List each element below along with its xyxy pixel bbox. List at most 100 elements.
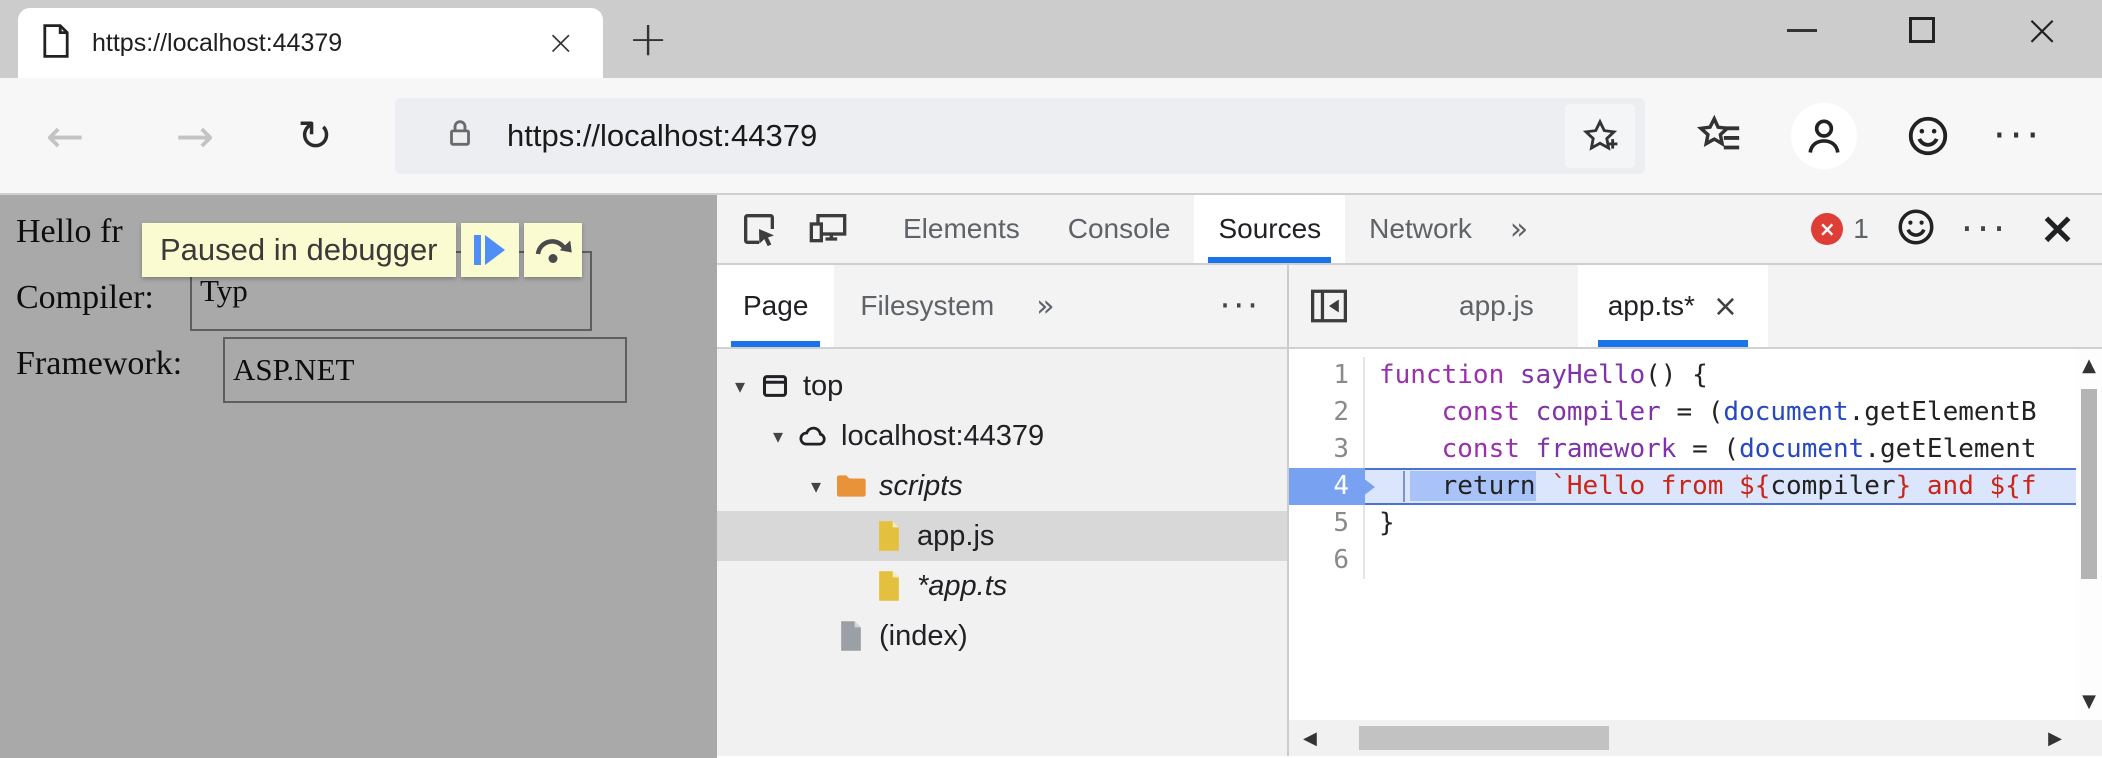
address-bar[interactable]: https://localhost:44379 [395, 98, 1645, 174]
scroll-down-icon[interactable]: ▼ [2076, 691, 2102, 712]
devtools-toolbar: ElementsConsoleSourcesNetwork » × 1 ··· … [717, 195, 2102, 265]
devtools-feedback-smiley-button[interactable] [1895, 206, 1937, 253]
add-favorite-button[interactable] [1565, 104, 1635, 168]
url-text[interactable]: https://localhost:44379 [507, 118, 1565, 154]
tree-item-label: scripts [879, 470, 963, 503]
devtools-tab-console[interactable]: Console [1044, 195, 1195, 263]
back-button[interactable]: ← [30, 109, 100, 163]
window-maximize-button[interactable] [1862, 0, 1982, 60]
tree-item-scripts[interactable]: ▾ scripts [717, 461, 1287, 511]
browser-tab[interactable]: https://localhost:44379 × [18, 8, 603, 78]
framework-input[interactable] [223, 337, 627, 403]
line-number[interactable]: 4 [1289, 468, 1365, 505]
hide-navigator-button[interactable] [1289, 265, 1369, 347]
error-x: × [1819, 217, 1836, 241]
code-line: 2 const compiler = (document.getElementB [1289, 394, 2102, 431]
line-number[interactable]: 1 [1289, 357, 1365, 394]
browser-tab-strip: https://localhost:44379 × + × [0, 0, 2102, 78]
navigator-tab-page[interactable]: Page [717, 265, 834, 347]
line-number[interactable]: 6 [1289, 542, 1365, 579]
new-tab-button[interactable]: + [628, 0, 668, 78]
tree-item-label: (index) [879, 620, 968, 653]
frame-icon [755, 372, 795, 400]
code-line-content[interactable]: function sayHello() { [1365, 357, 2102, 394]
paused-in-debugger-banner: Paused in debugger [142, 223, 582, 277]
code-line-content[interactable] [1365, 542, 2102, 579]
devtools-tabs: ElementsConsoleSourcesNetwork [879, 195, 1496, 263]
tree-item-label: *app.ts [917, 570, 1007, 603]
scroll-right-icon[interactable]: ▶ [2048, 720, 2062, 756]
editor-tab-close-icon[interactable]: × [1713, 289, 1738, 324]
code-line-content[interactable]: const compiler = (document.getElementB [1365, 394, 2102, 431]
devtools-tab-network[interactable]: Network [1345, 195, 1496, 263]
code-line: 4 return `Hello from ${compiler} and ${f [1289, 468, 2102, 505]
expand-caret-icon[interactable]: ▾ [801, 474, 831, 498]
code-rows: 1function sayHello() {2 const compiler =… [1289, 349, 2102, 579]
tree-item-app.ts[interactable]: *app.ts [717, 561, 1287, 611]
avatar [1791, 103, 1857, 169]
code-line: 5} [1289, 505, 2102, 542]
editor-tab-strip: app.jsapp.ts*× [1289, 265, 2102, 349]
tree-item-app.js[interactable]: app.js [717, 511, 1287, 561]
window-controls: × [1742, 0, 2102, 60]
execution-caret [1403, 471, 1405, 502]
code-line: 1function sayHello() { [1289, 357, 2102, 394]
error-badge-icon[interactable]: × [1811, 213, 1843, 245]
inspect-element-button[interactable] [717, 195, 793, 263]
file-yellow-icon [869, 570, 909, 602]
feedback-smiley-button[interactable] [1905, 113, 1951, 159]
refresh-button[interactable]: ↻ [280, 111, 350, 160]
tree-item-top[interactable]: ▾top [717, 361, 1287, 411]
window-close-button[interactable]: × [1982, 0, 2102, 60]
window-minimize-button[interactable] [1742, 0, 1862, 60]
more-tabs-chevron[interactable]: » [1496, 195, 1542, 263]
profile-button[interactable] [1791, 103, 1857, 169]
devtools-menu-button[interactable]: ··· [1961, 207, 2009, 251]
vertical-scrollbar-thumb[interactable] [2081, 389, 2097, 579]
navigator-more-tabs-chevron[interactable]: » [1020, 265, 1070, 347]
step-over-icon [532, 230, 574, 271]
scroll-up-icon[interactable]: ▲ [2076, 355, 2102, 376]
code-line: 6 [1289, 542, 2102, 579]
tab-close-icon[interactable]: × [543, 26, 580, 60]
error-count[interactable]: 1 [1853, 213, 1869, 245]
resume-script-button[interactable] [461, 223, 519, 277]
editor-tab-app.js[interactable]: app.js [1429, 265, 1564, 347]
web-page-panel: Hello fr Compiler: Framework: Paused in … [0, 195, 717, 758]
device-toolbar-button[interactable] [793, 195, 863, 263]
devtools-tab-sources[interactable]: Sources [1194, 195, 1345, 263]
settings-more-button[interactable]: ··· [1993, 113, 2043, 159]
tree-item-index[interactable]: (index) [717, 611, 1287, 661]
step-over-button[interactable] [524, 223, 582, 277]
folder-icon [831, 472, 871, 500]
devtools-main: PageFilesystem » ··· ▾top▾localhost:4437… [717, 265, 2102, 756]
favorites-list-button[interactable] [1697, 113, 1743, 159]
code-line-content[interactable]: const framework = (document.getElement [1365, 431, 2102, 468]
expand-caret-icon[interactable]: ▾ [725, 374, 755, 398]
devtools-toolbar-right: × 1 ··· × [1811, 195, 2102, 263]
page-document-icon [42, 24, 70, 63]
forward-button[interactable]: → [160, 109, 230, 163]
navigator-menu-button[interactable]: ··· [1220, 265, 1287, 347]
tree-item-localhost44379[interactable]: ▾localhost:44379 [717, 411, 1287, 461]
scroll-left-icon[interactable]: ◀ [1303, 720, 1317, 756]
horizontal-scrollbar[interactable]: ◀ ▶ [1289, 720, 2102, 756]
hello-text: Hello fr [16, 213, 123, 251]
devtools-close-button[interactable]: × [2039, 207, 2076, 251]
navigator-header: PageFilesystem » ··· [717, 265, 1287, 349]
devtools-tab-elements[interactable]: Elements [879, 195, 1044, 263]
line-number[interactable]: 3 [1289, 431, 1365, 468]
tree-item-label: app.js [917, 520, 994, 553]
source-editor: app.jsapp.ts*× 1function sayHello() {2 c… [1289, 265, 2102, 756]
line-number[interactable]: 5 [1289, 505, 1365, 542]
navigator-tab-filesystem[interactable]: Filesystem [834, 265, 1020, 347]
framework-label: Framework: [16, 345, 182, 383]
expand-caret-icon[interactable]: ▾ [763, 424, 793, 448]
code-line-content[interactable]: } [1365, 505, 2102, 542]
code-line-content[interactable]: return `Hello from ${compiler} and ${f [1365, 468, 2102, 505]
line-number[interactable]: 2 [1289, 394, 1365, 431]
editor-tab-app.ts[interactable]: app.ts*× [1578, 265, 1768, 347]
vertical-scrollbar[interactable]: ▲ ▼ [2076, 349, 2102, 720]
horizontal-scrollbar-thumb[interactable] [1359, 726, 1609, 750]
maximize-icon [1909, 17, 1935, 43]
